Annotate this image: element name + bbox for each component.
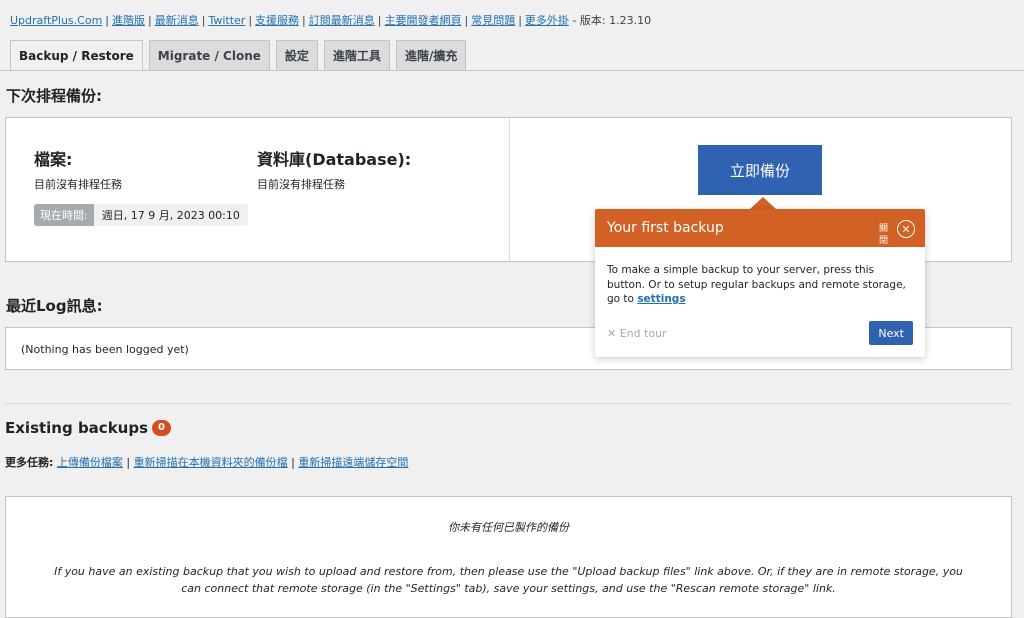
separator: | xyxy=(291,456,295,469)
separator: | xyxy=(518,14,522,27)
link-support[interactable]: 支援服務 xyxy=(255,14,299,27)
separator: | xyxy=(464,14,469,27)
db-title: 資料庫(Database): xyxy=(257,150,412,169)
tab-settings[interactable]: 設定 xyxy=(275,40,318,70)
upload-backup-files-link[interactable]: 上傳備份檔案 xyxy=(57,456,123,469)
separator: | xyxy=(377,14,382,27)
rescan-local-link[interactable]: 重新掃描在本機資料夾的備份檔 xyxy=(134,456,288,469)
tour-title: Your first backup xyxy=(607,220,724,236)
link-updraftplus[interactable]: UpdraftPlus.Com xyxy=(10,14,102,27)
link-faq[interactable]: 常見問題 xyxy=(471,14,515,27)
tour-next-button[interactable]: Next xyxy=(869,321,913,345)
section-divider xyxy=(5,403,1012,404)
tour-popup: Your first backup 關閉 ✕ To make a simple … xyxy=(595,209,925,357)
separator: | xyxy=(148,14,152,27)
backup-count-badge: 0 xyxy=(152,420,171,436)
end-tour-label: End tour xyxy=(619,326,667,340)
separator: | xyxy=(105,14,110,27)
column-divider xyxy=(509,118,510,261)
link-news[interactable]: 最新消息 xyxy=(155,14,199,27)
link-more-plugins[interactable]: 更多外掛 xyxy=(525,14,569,27)
more-tasks: 更多任務: 上傳備份檔案 | 重新掃描在本機資料夾的備份檔 | 重新掃描遠端儲存… xyxy=(5,454,408,470)
tab-advanced-tools[interactable]: 進階工具 xyxy=(323,40,390,70)
tour-header: Your first backup 關閉 ✕ xyxy=(595,209,925,247)
files-schedule: 檔案: 目前沒有排程任務 xyxy=(34,146,122,192)
files-desc: 目前沒有排程任務 xyxy=(34,178,122,191)
db-desc: 目前沒有排程任務 xyxy=(257,178,345,191)
time-label: 現在時間: xyxy=(34,204,94,226)
database-schedule: 資料庫(Database): 目前沒有排程任務 xyxy=(257,146,411,192)
separator: | xyxy=(302,14,306,27)
x-icon: ✕ xyxy=(607,326,617,340)
upload-hint-text: If you have an existing backup that you … xyxy=(54,565,963,595)
tour-close-label[interactable]: 關閉 xyxy=(879,223,889,247)
existing-backups-title: Existing backups xyxy=(5,419,149,437)
top-links-bar: UpdraftPlus.Com | 進階版 | 最新消息 | Twitter | 支援服務 | 訂閱… xyxy=(10,12,651,28)
tab-backup-restore[interactable]: Backup / Restore xyxy=(10,40,143,71)
rescan-remote-link[interactable]: 重新掃描遠端儲存空間 xyxy=(298,456,408,469)
link-lead-developer[interactable]: 主要開發者網頁 xyxy=(384,14,461,27)
backups-empty-panel: 你未有任何已製作的備份 If you have an existing back… xyxy=(5,496,1012,618)
version-text: - 版本: 1.23.10 xyxy=(572,14,652,27)
schedule-heading: 下次排程備份: xyxy=(6,87,102,105)
close-icon[interactable]: ✕ xyxy=(897,220,915,238)
separator: | xyxy=(248,14,253,27)
tour-footer: ✕ End tour Next xyxy=(607,321,913,345)
tab-migrate-clone[interactable]: Migrate / Clone xyxy=(148,40,270,70)
files-title: 檔案: xyxy=(34,150,73,169)
end-tour-button[interactable]: ✕ End tour xyxy=(607,327,667,340)
existing-backups-heading: Existing backups 0 xyxy=(5,419,171,437)
link-premium[interactable]: 進階版 xyxy=(112,14,145,27)
tour-settings-link[interactable]: settings xyxy=(637,293,685,305)
tour-pointer-arrow xyxy=(750,197,776,209)
time-value: 週日, 17 9 月, 2023 00:10 xyxy=(93,204,248,226)
separator: | xyxy=(126,456,131,469)
log-message: (Nothing has been logged yet) xyxy=(21,343,189,356)
more-tasks-label: 更多任務: xyxy=(5,456,54,469)
tab-bar: Backup / Restore Migrate / Clone 設定 進階工具… xyxy=(10,40,467,71)
tab-divider xyxy=(0,70,1024,71)
separator: | xyxy=(201,14,206,27)
backup-now-button[interactable]: 立即備份 xyxy=(698,145,822,195)
current-time: 現在時間: 週日, 17 9 月, 2023 00:10 xyxy=(34,204,248,226)
no-backups-text: 你未有任何已製作的備份 xyxy=(448,521,569,534)
tab-premium-extensions[interactable]: 進階/擴充 xyxy=(395,40,467,70)
link-twitter[interactable]: Twitter xyxy=(208,14,245,27)
log-heading: 最近Log訊息: xyxy=(6,297,103,315)
tour-body: To make a simple backup to your server, … xyxy=(595,247,925,307)
link-newsletter[interactable]: 訂閱最新消息 xyxy=(309,14,375,27)
